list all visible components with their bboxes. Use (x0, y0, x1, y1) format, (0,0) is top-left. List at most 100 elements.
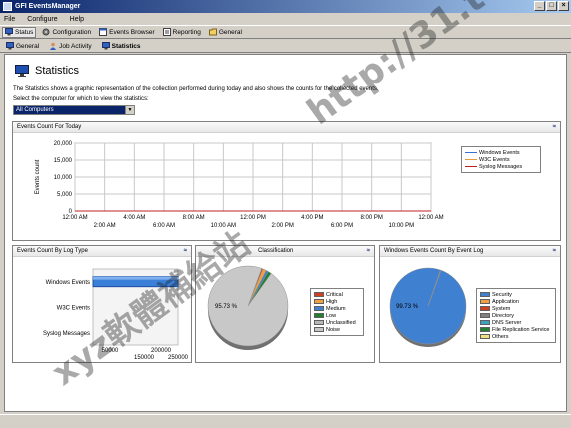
event-log-legend: Security Application System Directory DNS Se… (476, 288, 556, 343)
computer-select-label: Select the computer for which to view th… (13, 96, 149, 102)
app-icon (3, 2, 12, 11)
subnav-statistics-label: Statistics (111, 42, 141, 50)
legend-item: W3C Events (465, 156, 537, 163)
events-today-panel: Events Count For Today ≈ 20,000 15,000 10,… (12, 121, 561, 241)
x-tick-label: 4:00 AM (123, 215, 145, 221)
person-icon (50, 42, 57, 50)
toolbar-general-button[interactable]: General (207, 27, 244, 38)
window-controls: _ □ × (534, 1, 569, 11)
page-description: The Statistics shows a graphic represent… (13, 86, 379, 92)
toolbar-configuration-button[interactable]: Configuration (40, 27, 93, 38)
legend-item: Low (314, 312, 360, 319)
legend-item: Others (480, 333, 552, 340)
menu-bar: File Configure Help (0, 13, 571, 25)
legend-item: Directory (480, 312, 552, 319)
by-log-type-title: Events Count By Log Type (17, 248, 88, 254)
y-tick-label: 20,000 (54, 141, 73, 147)
legend-swatch (314, 292, 324, 297)
computer-select[interactable]: All Computers ▼ (13, 105, 135, 115)
toolbar-status-label: Status (15, 28, 34, 36)
legend-label: Syslog Messages (479, 163, 523, 170)
monitor-icon (6, 42, 14, 50)
collapse-icon[interactable]: ≈ (553, 246, 556, 256)
legend-label: Unclassified (326, 319, 356, 326)
y-tick-label: 15,000 (54, 158, 73, 164)
legend-item: Security (480, 291, 552, 298)
toolbar-reporting-button[interactable]: Reporting (161, 27, 203, 38)
legend-swatch (480, 306, 490, 311)
maximize-button[interactable]: □ (546, 1, 557, 11)
browser-icon (99, 28, 108, 36)
x-tick-label: 4:00 PM (301, 215, 323, 221)
report-icon (162, 28, 171, 36)
pie-data-label: 99.73 % (396, 304, 419, 310)
menu-file[interactable]: File (4, 16, 15, 23)
x-tick-label: 12:00 AM (418, 215, 443, 221)
by-event-log-title: Windows Events Count By Event Log (384, 248, 484, 254)
legend-item: Medium (314, 305, 360, 312)
menu-configure[interactable]: Configure (27, 16, 57, 23)
legend-item: Unclassified (314, 319, 360, 326)
legend-label: Application (492, 298, 519, 305)
events-today-header: Events Count For Today ≈ (13, 122, 560, 133)
classification-panel: Classification ≈ 95.73 % Critical High Med… (195, 245, 375, 363)
folder-icon (208, 28, 217, 36)
legend-item: Windows Events (465, 149, 537, 156)
by-event-log-header: Windows Events Count By Event Log ≈ (380, 246, 560, 257)
by-log-type-chart: Windows Events W3C Events Syslog Messages 5… (43, 268, 189, 361)
legend-item: File Replication Service (480, 326, 552, 333)
toolbar-configuration-label: Configuration (52, 28, 92, 36)
status-bar (0, 414, 571, 428)
legend-label: Low (326, 312, 337, 319)
by-log-type-header: Events Count By Log Type ≈ (13, 246, 191, 257)
toolbar-status-button[interactable]: Status (2, 26, 37, 38)
close-button[interactable]: × (558, 1, 569, 11)
legend-label: Directory (492, 312, 515, 319)
minimize-button[interactable]: _ (534, 1, 545, 11)
legend-swatch (480, 292, 490, 297)
chevron-down-icon[interactable]: ▼ (125, 106, 134, 114)
subnav-general-label: General (16, 42, 40, 50)
legend-item: Critical (314, 291, 360, 298)
legend-item: Application (480, 298, 552, 305)
classification-title: Classification (258, 248, 294, 254)
page-title: Statistics (35, 65, 80, 77)
x-tick-label: 10:00 AM (211, 223, 236, 229)
menu-help[interactable]: Help (70, 16, 84, 23)
x-tick-label: 250000 (168, 355, 189, 361)
y-tick-label: 5,000 (57, 192, 73, 198)
legend-label: Security (492, 291, 512, 298)
x-tick-label: 2:00 PM (271, 223, 293, 229)
y-axis-label: Events count (35, 159, 41, 194)
toolbar-events-browser-button[interactable]: Events Browser (97, 27, 157, 38)
legend-swatch (465, 159, 477, 160)
collapse-icon[interactable]: ≈ (553, 122, 556, 132)
legend-swatch (314, 313, 324, 318)
subnav-job-activity-tab[interactable]: Job Activity (47, 41, 94, 52)
window-titlebar[interactable]: GFI EventsManager _ □ × (0, 0, 571, 13)
legend-swatch (465, 152, 477, 153)
legend-item: System (480, 305, 552, 312)
x-tick-label: 6:00 PM (331, 223, 353, 229)
legend-label: DNS Server (492, 319, 522, 326)
collapse-icon[interactable]: ≈ (184, 246, 187, 256)
x-tick-label: 12:00 PM (240, 215, 266, 221)
subnav-statistics-tab[interactable]: Statistics (100, 41, 143, 52)
legend-swatch (314, 299, 324, 304)
collapse-icon[interactable]: ≈ (367, 246, 370, 256)
x-tick-label: 200000 (151, 348, 172, 354)
x-tick-label: 6:00 AM (153, 223, 175, 229)
legend-swatch (314, 306, 324, 311)
subnav-general-tab[interactable]: General (4, 41, 41, 52)
events-today-title: Events Count For Today (17, 124, 82, 130)
legend-swatch (480, 299, 490, 304)
subnav-job-activity-label: Job Activity (59, 42, 92, 50)
main-toolbar: Status Configuration Events Browser Repo… (0, 25, 571, 39)
pie-data-label: 95.73 % (215, 304, 238, 310)
category-label: Windows Events (46, 280, 90, 286)
x-tick-label: 12:00 AM (62, 215, 87, 221)
x-tick-label: 8:00 AM (183, 215, 205, 221)
legend-label: Windows Events (479, 149, 520, 156)
legend-swatch (480, 313, 490, 318)
legend-label: Noise (326, 326, 341, 333)
